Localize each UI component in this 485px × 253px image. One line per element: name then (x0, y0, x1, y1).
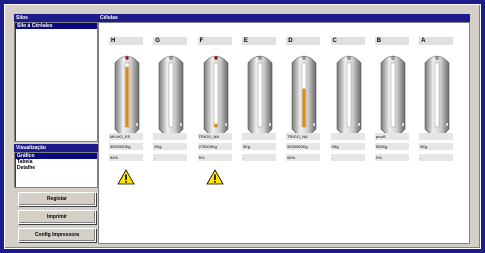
weight-field: 0Kg (419, 143, 454, 150)
weight-field: 500Kg (374, 143, 409, 150)
percent-field: 0% (374, 154, 409, 161)
print-button[interactable]: Imprimir (18, 210, 96, 224)
weight-field: 0Kg (153, 143, 188, 150)
weight-field: 275000Kg (197, 143, 232, 150)
valve-marker (268, 122, 272, 127)
valve-marker (357, 122, 360, 127)
cell-label: B (374, 37, 409, 45)
silos-list[interactable]: Silo á Cérêales (14, 22, 98, 142)
level-tube (390, 62, 395, 128)
valve-marker (224, 122, 227, 127)
status-indicator (169, 56, 174, 60)
silo-graphic (336, 55, 361, 137)
status-indicator (125, 56, 129, 60)
silo-graphic (247, 55, 273, 137)
status-indicator (391, 56, 395, 60)
percent-field: - (153, 154, 188, 161)
status-indicator (258, 56, 262, 60)
silo-cell-a[interactable]: A 0Kg - (419, 37, 455, 197)
level-tube (169, 62, 174, 128)
silo-cell-c[interactable]: C 0Kg - (330, 37, 367, 197)
status-indicator (346, 56, 351, 60)
level-tube (213, 62, 218, 128)
cell-label: E (241, 37, 276, 45)
silo-graphic (203, 55, 228, 137)
silo-graphic (158, 55, 184, 137)
cell-label: H (109, 37, 143, 45)
product-field: TRIGO_NA (286, 133, 321, 140)
silo-cell-b[interactable]: Bprod1 500Kg 0% (374, 37, 411, 197)
weight-field: 0Kg (330, 143, 365, 150)
cell-label: D (286, 37, 321, 45)
product-field: TRIGO_NA (197, 133, 232, 140)
left-panel: Silos Silo á Cérêales Visualização Gráfi… (14, 14, 98, 244)
product-field (241, 133, 276, 140)
percent-field: - (330, 154, 365, 161)
status-indicator (302, 56, 306, 60)
weight-field: 5000000Kg (286, 143, 321, 150)
cell-label: F (197, 37, 232, 45)
silo-graphic (424, 55, 450, 137)
cell-label: G (153, 37, 188, 45)
silo-cell-e[interactable]: E 0Kg - (241, 37, 278, 197)
level-fill (214, 123, 218, 127)
cells-title: Células (98, 14, 470, 22)
product-field: prod1 (374, 133, 409, 140)
cell-label: A (419, 37, 454, 45)
silo-list-item[interactable]: Silo á Cérêales (15, 23, 97, 29)
status-indicator (435, 56, 439, 60)
percent-field: - (241, 154, 276, 161)
view-title: Visualização (14, 144, 98, 152)
silo-cell-h[interactable]: H MILHO_ES 5520000Kg 94% (109, 37, 145, 197)
valve-marker (313, 122, 316, 127)
product-field (330, 133, 365, 140)
percent-field: 60% (286, 154, 321, 161)
valve-marker (401, 122, 404, 127)
cell-label: C (330, 37, 365, 45)
silo-cell-d[interactable]: D TRIGO_NA 5000000Kg 60% (286, 37, 322, 197)
silo-cell-g[interactable]: G 0Kg - (153, 37, 189, 197)
product-field (153, 133, 188, 140)
silo-graphic (380, 55, 406, 137)
percent-field: 5% (197, 154, 232, 161)
right-panel: Células H MILHO_ES 5520000Kg 94% G 0Kg - F TRIGO… (98, 14, 470, 244)
config-printer-button[interactable]: Config Impressora (18, 228, 96, 242)
silo-graphic (114, 55, 140, 137)
level-tube (257, 62, 263, 128)
status-indicator (213, 56, 218, 60)
silo-cell-f[interactable]: F TRIGO_NA 275000Kg 5% (197, 37, 234, 197)
warning-icon (117, 169, 135, 185)
percent-field: 94% (109, 154, 143, 161)
view-item-detalhe[interactable]: Detalhe (15, 165, 97, 171)
register-button[interactable]: Registar (18, 192, 96, 206)
silos-title: Silos (14, 14, 98, 22)
silo-graphic (291, 55, 317, 137)
level-tube (346, 62, 351, 128)
product-field (419, 133, 454, 140)
valve-marker (135, 122, 139, 127)
percent-field: - (419, 154, 454, 161)
weight-field: 5520000Kg (109, 143, 143, 150)
valve-marker (445, 122, 449, 127)
product-field: MILHO_ES (109, 133, 143, 140)
warning-icon (205, 169, 224, 185)
level-tube (434, 62, 440, 128)
valve-marker (180, 122, 183, 127)
level-fill (302, 88, 306, 127)
level-fill (125, 66, 129, 127)
weight-field: 0Kg (241, 143, 276, 150)
cells-area: H MILHO_ES 5520000Kg 94% G 0Kg - F TRIGO_NA 27500… (98, 22, 470, 244)
view-list[interactable]: Gráfico Tabela Detalhe (14, 152, 98, 188)
